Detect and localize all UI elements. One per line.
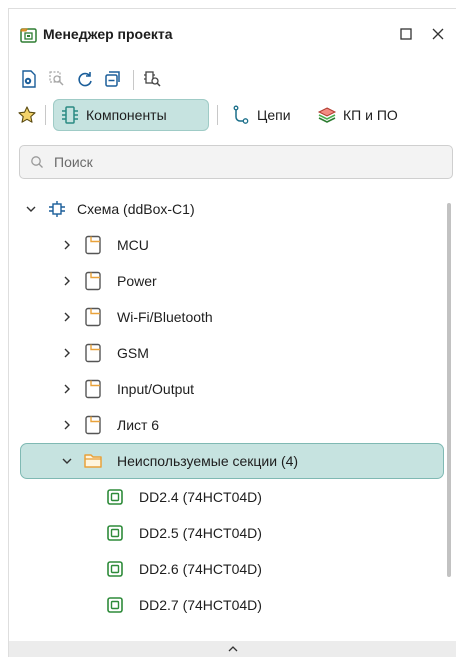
tree-item-sheet[interactable]: MCU: [59, 227, 439, 263]
tree-item-part[interactable]: DD2.6 (74HCT04D): [105, 551, 435, 587]
tree-root-label: Схема (ddBox-C1): [77, 201, 195, 217]
tree-item-label: DD2.7 (74HCT04D): [139, 597, 262, 613]
search-input[interactable]: [52, 153, 436, 171]
title-bar: Менеджер проекта: [9, 9, 456, 61]
search-icon: [30, 155, 44, 169]
sheet-icon: [83, 343, 103, 363]
sheet-icon: [83, 307, 103, 327]
tree-item-sheet[interactable]: Input/Output: [59, 371, 439, 407]
tab-pads-and-vias[interactable]: КП и ПО: [311, 99, 404, 131]
star-icon: [17, 105, 37, 125]
chip-icon: [105, 487, 125, 507]
tab-components[interactable]: Компоненты: [53, 99, 209, 131]
tab-separator: [45, 105, 46, 125]
chevron-right-icon[interactable]: [59, 237, 75, 253]
sheet-icon: [83, 235, 103, 255]
tree-root-schematic[interactable]: Схема (ddBox-C1): [23, 191, 443, 227]
folder-icon: [83, 451, 103, 471]
tab-pads-and-vias-label: КП и ПО: [343, 107, 398, 123]
vertical-scrollbar[interactable]: [447, 203, 451, 577]
toolbar: [9, 67, 456, 93]
chevron-right-icon[interactable]: [59, 381, 75, 397]
tab-favorites[interactable]: [13, 99, 41, 131]
view-tabs: Компоненты Цепи КП и ПО: [9, 99, 456, 133]
show-document-icon[interactable]: [17, 67, 41, 91]
chip-icon: [105, 595, 125, 615]
tab-separator: [217, 105, 218, 125]
tree-item-label: DD2.5 (74HCT04D): [139, 525, 262, 541]
schematic-icon: [47, 199, 67, 219]
tree-item-sheet[interactable]: Лист 6: [59, 407, 439, 443]
net-icon: [231, 105, 251, 125]
maximize-icon[interactable]: [395, 23, 417, 45]
tree-item-label: Лист 6: [117, 417, 160, 433]
tab-nets-label: Цепи: [257, 107, 291, 123]
tree-item-sheet[interactable]: Power: [59, 263, 439, 299]
chevron-down-icon[interactable]: [59, 453, 75, 469]
component-icon: [60, 105, 80, 125]
tree-item-label: MCU: [117, 237, 149, 253]
tree-item-part[interactable]: DD2.7 (74HCT04D): [105, 587, 435, 623]
layers-icon: [317, 105, 337, 125]
chevron-right-icon[interactable]: [59, 345, 75, 361]
close-icon[interactable]: [427, 23, 449, 45]
search-box[interactable]: [19, 145, 453, 179]
refresh-icon[interactable]: [73, 67, 97, 91]
tree-item-label: DD2.6 (74HCT04D): [139, 561, 262, 577]
toolbar-separator: [133, 70, 134, 90]
tree-item-label: GSM: [117, 345, 149, 361]
chevron-right-icon[interactable]: [59, 273, 75, 289]
tree-item-unused-sections[interactable]: Неиспользуемые секции (4): [20, 443, 444, 479]
tree-item-sheet[interactable]: GSM: [59, 335, 439, 371]
tree-item-label: DD2.4 (74HCT04D): [139, 489, 262, 505]
tree-item-label: Неиспользуемые секции (4): [117, 453, 299, 469]
find-component-icon[interactable]: [141, 67, 165, 91]
tree-item-label: Wi-Fi/Bluetooth: [117, 309, 213, 325]
bottom-panel-toggle[interactable]: [9, 641, 456, 657]
tab-components-label: Компоненты: [86, 107, 167, 123]
tab-nets[interactable]: Цепи: [225, 99, 297, 131]
collapse-all-icon[interactable]: [101, 67, 125, 91]
zoom-to-selection-icon[interactable]: [45, 67, 69, 91]
chevron-up-icon[interactable]: [227, 644, 239, 654]
sheet-icon: [83, 415, 103, 435]
panel-title: Менеджер проекта: [43, 26, 173, 42]
chevron-right-icon[interactable]: [59, 309, 75, 325]
project-manager-icon: [19, 25, 39, 45]
chevron-right-icon[interactable]: [59, 417, 75, 433]
tree-item-label: Input/Output: [117, 381, 195, 397]
sheet-icon: [83, 379, 103, 399]
tree-item-label: Power: [117, 273, 157, 289]
project-manager-panel: Менеджер проекта Компоненты Цепи КП и ПО…: [8, 8, 456, 657]
chevron-down-icon[interactable]: [23, 201, 39, 217]
tree-item-sheet[interactable]: Wi-Fi/Bluetooth: [59, 299, 439, 335]
tree-item-part[interactable]: DD2.4 (74HCT04D): [105, 479, 435, 515]
chip-icon: [105, 523, 125, 543]
project-tree: Схема (ddBox-C1) MCU Power Wi-Fi/Bluetoo…: [9, 189, 456, 639]
tree-item-part[interactable]: DD2.5 (74HCT04D): [105, 515, 435, 551]
chip-icon: [105, 559, 125, 579]
sheet-icon: [83, 271, 103, 291]
